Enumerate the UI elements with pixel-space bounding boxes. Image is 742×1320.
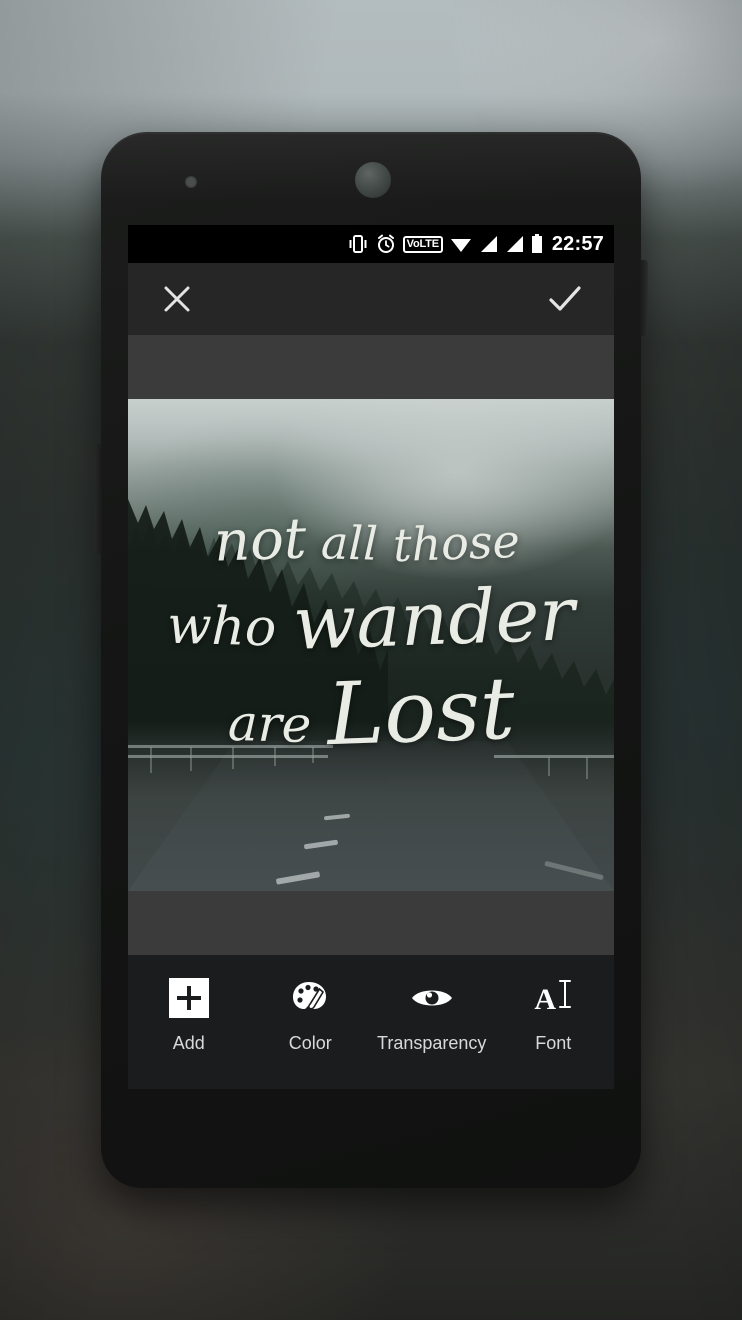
palette-icon [290, 977, 330, 1019]
close-icon [164, 286, 190, 312]
tool-font[interactable]: A Font [497, 977, 609, 1054]
quote-line-2: who wander [142, 571, 600, 667]
tool-transparency-label: Transparency [377, 1033, 487, 1053]
volte-icon: VoLTE [402, 235, 443, 253]
wifi-icon [450, 235, 472, 253]
font-letter: A [534, 983, 557, 1016]
quote-word: all [320, 515, 379, 571]
signal-sim1-icon [479, 235, 498, 253]
alarm-icon [376, 234, 396, 254]
volume-button[interactable] [94, 444, 103, 554]
quote-word: are [226, 693, 312, 754]
quote-word: who [166, 595, 278, 659]
font-a-cursor-icon: A [534, 977, 572, 1019]
status-bar-clock: 22:57 [551, 232, 604, 255]
battery-icon [531, 234, 543, 254]
photo-canvas[interactable]: not all those who wander are Lost [128, 399, 614, 891]
quote-line-3: are Lost [142, 658, 600, 764]
front-camera-icon [355, 162, 391, 198]
plus-square-icon [168, 977, 209, 1019]
close-button[interactable] [154, 276, 200, 322]
proximity-sensor-icon [185, 176, 197, 188]
editor-tool-bar: Add Color Transparency A Font [128, 955, 614, 1089]
text-caret-icon [559, 980, 572, 1008]
phone-screen: VoLTE 22:57 not all those who wander are… [128, 225, 614, 1089]
tool-add-label: Add [172, 1033, 205, 1053]
quote-word: not [213, 506, 308, 575]
quote-text-overlay[interactable]: not all those who wander are Lost [128, 399, 614, 891]
quote-word: wander [291, 571, 577, 667]
tool-add[interactable]: Add [133, 977, 245, 1054]
tool-color[interactable]: Color [254, 977, 366, 1054]
eye-icon [411, 977, 453, 1019]
signal-sim2-icon [505, 235, 524, 253]
status-bar: VoLTE 22:57 [128, 225, 614, 263]
tool-transparency[interactable]: Transparency [376, 977, 488, 1054]
check-icon [549, 286, 581, 311]
quote-word: those [391, 513, 521, 573]
vibrate-icon [347, 234, 369, 254]
quote-line-1: not all those [134, 506, 600, 575]
tool-font-label: Font [535, 1033, 572, 1053]
power-button[interactable] [639, 260, 648, 336]
editor-action-bar [128, 263, 614, 335]
editor-canvas[interactable]: not all those who wander are Lost [128, 335, 614, 955]
quote-word: Lost [325, 658, 517, 765]
tool-color-label: Color [288, 1033, 332, 1053]
confirm-button[interactable] [542, 276, 588, 322]
phone-device-frame: VoLTE 22:57 not all those who wander are… [94, 132, 648, 1188]
